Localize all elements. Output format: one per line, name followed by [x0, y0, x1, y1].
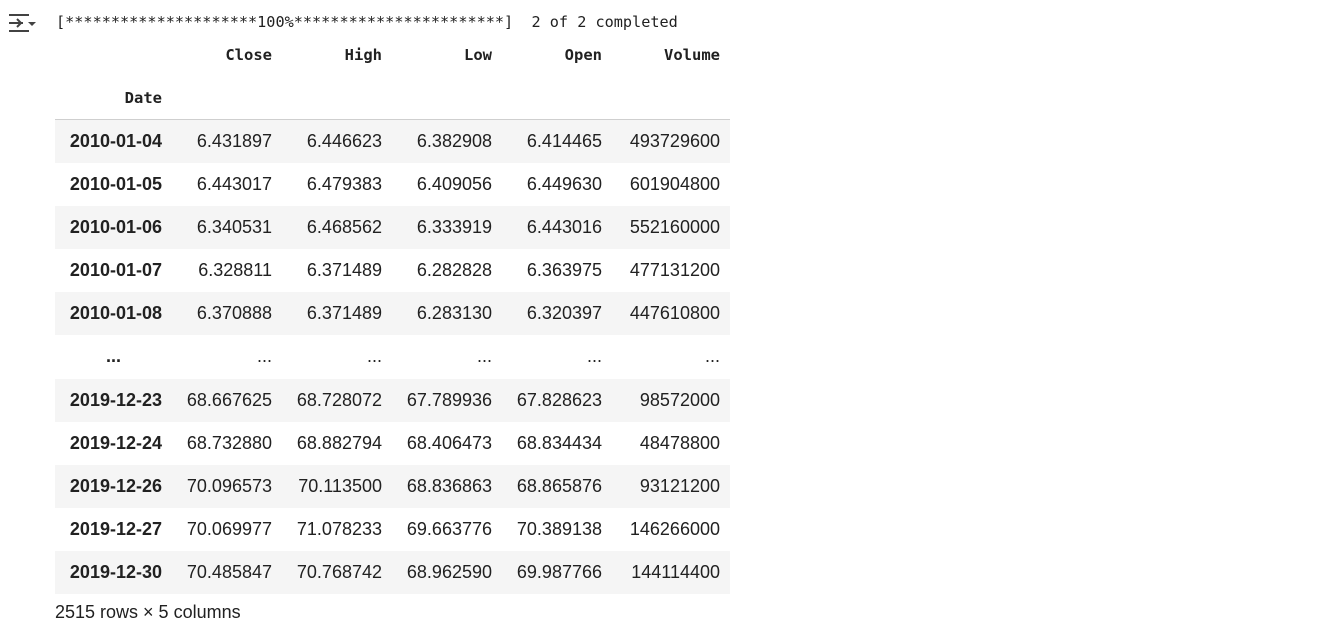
- table-cell: 69.663776: [406, 518, 492, 539]
- table-cell: 6.409056: [416, 173, 492, 194]
- table-cell: 477131200: [629, 259, 720, 280]
- table-cell: 144114400: [631, 561, 720, 582]
- table-cell: 6.340531: [196, 216, 272, 237]
- table-row: 2019-12-26 70.096573 70.113500 68.836863 68.…: [55, 464, 730, 508]
- table-row: 2019-12-23 68.667625 68.728072 67.789936 67.…: [55, 378, 730, 422]
- column-header-row: Close High Low Open Volume: [55, 33, 730, 76]
- column-header: Low: [464, 45, 492, 64]
- column-header: High: [344, 45, 382, 64]
- table-cell: 6.414465: [526, 130, 602, 151]
- column-header: Close: [225, 45, 272, 64]
- table-cell: 68.834434: [516, 432, 602, 453]
- table-cell: ...: [256, 346, 272, 366]
- table-cell: 6.370888: [196, 302, 272, 323]
- row-index-cell: 2010-01-07: [69, 259, 162, 280]
- table-cell: 6.371489: [306, 302, 382, 323]
- corner-cell: [55, 33, 172, 76]
- table-row: 2019-12-24 68.732880 68.882794 68.406473 68.…: [55, 422, 730, 465]
- table-cell: 68.728072: [296, 389, 382, 410]
- table-cell: 6.283130: [416, 302, 492, 323]
- table-cell: 93121200: [639, 475, 720, 496]
- table-cell: ...: [586, 346, 602, 366]
- table-cell: 68.962590: [406, 561, 492, 582]
- index-name-row: Date: [55, 76, 730, 120]
- row-index-cell: 2019-12-30: [69, 561, 162, 582]
- table-row: 2010-01-04 6.431897 6.446623 6.382908 6.4144…: [55, 119, 730, 163]
- row-index-cell: 2019-12-24: [69, 432, 162, 453]
- table-cell: 6.328811: [198, 259, 272, 280]
- table-cell: 552160000: [629, 216, 720, 237]
- index-name-header: Date: [55, 76, 172, 120]
- dataframe-dimensions: 2515 rows × 5 columns: [55, 602, 241, 622]
- table-cell: 6.282828: [416, 259, 492, 280]
- table-cell: 6.468562: [306, 216, 382, 237]
- row-index-cell: 2019-12-23: [69, 389, 162, 410]
- table-cell: 70.768742: [296, 561, 382, 582]
- output-collapse-icon[interactable]: [6, 10, 38, 36]
- table-cell: 69.987766: [516, 561, 602, 582]
- table-cell: 48478800: [639, 432, 720, 453]
- table-cell: 6.363975: [526, 259, 602, 280]
- table-cell: 68.882794: [296, 432, 382, 453]
- table-cell: 70.069977: [186, 518, 272, 539]
- table-cell: 6.479383: [306, 173, 382, 194]
- table-cell: ...: [366, 346, 382, 366]
- table-cell: 68.406473: [406, 432, 492, 453]
- table-cell: 68.732880: [186, 432, 272, 453]
- row-index-cell: 2010-01-06: [69, 216, 162, 237]
- table-cell: 98572000: [639, 389, 720, 410]
- table-cell: 68.865876: [516, 475, 602, 496]
- row-index-cell: ...: [105, 346, 121, 366]
- table-cell: 6.431897: [196, 130, 272, 151]
- ellipsis-row: ..................: [55, 335, 730, 379]
- table-cell: 67.828623: [516, 389, 602, 410]
- row-index-cell: 2019-12-26: [69, 475, 162, 496]
- table-cell: 6.446623: [306, 130, 382, 151]
- column-header: Volume: [664, 45, 720, 64]
- download-progress-text: [*********************100%**************…: [56, 13, 678, 31]
- table-cell: 146266000: [629, 518, 720, 539]
- table-cell: 6.443016: [526, 216, 602, 237]
- table-row: 2010-01-07 6.328811 6.371489 6.282828 6.3639…: [55, 249, 730, 292]
- table-cell: 6.320397: [526, 302, 602, 323]
- table-cell: 6.333919: [416, 216, 492, 237]
- row-index-cell: 2010-01-05: [69, 173, 162, 194]
- row-index-cell: 2019-12-27: [69, 518, 162, 539]
- table-cell: 70.485847: [186, 561, 272, 582]
- table-cell: 6.449630: [526, 173, 602, 194]
- table-row: 2010-01-06 6.340531 6.468562 6.333919 6.4430…: [55, 205, 730, 249]
- table-cell: ...: [704, 346, 720, 366]
- table-cell: 68.667625: [186, 389, 272, 410]
- row-index-cell: 2010-01-08: [69, 302, 162, 323]
- row-index-cell: 2010-01-04: [69, 130, 162, 151]
- table-row: 2010-01-05 6.443017 6.479383 6.409056 6.4496…: [55, 163, 730, 206]
- table-cell: 493729600: [629, 130, 720, 151]
- table-cell: 6.382908: [416, 130, 492, 151]
- table-cell: 70.389138: [516, 518, 602, 539]
- table-cell: ...: [476, 346, 492, 366]
- dataframe-output: Close High Low Open Volume Date 2010-01-…: [55, 33, 730, 594]
- table-cell: 6.371489: [306, 259, 382, 280]
- table-cell: 447610800: [629, 302, 720, 323]
- table-cell: 601904800: [629, 173, 720, 194]
- table-cell: 71.078233: [296, 518, 382, 539]
- table-cell: 70.113500: [298, 475, 382, 496]
- table-cell: 6.443017: [196, 173, 272, 194]
- table-cell: 68.836863: [406, 475, 492, 496]
- table-cell: 70.096573: [186, 475, 272, 496]
- table-row: 2019-12-30 70.485847 70.768742 68.962590 69.…: [55, 550, 730, 594]
- table-cell: 67.789936: [406, 389, 492, 410]
- table-row: 2010-01-08 6.370888 6.371489 6.283130 6.3203…: [55, 291, 730, 335]
- table-row: 2019-12-27 70.069977 71.078233 69.663776 70.…: [55, 508, 730, 551]
- dataframe-table: Close High Low Open Volume Date 2010-01-…: [55, 33, 730, 594]
- column-header: Open: [564, 45, 602, 64]
